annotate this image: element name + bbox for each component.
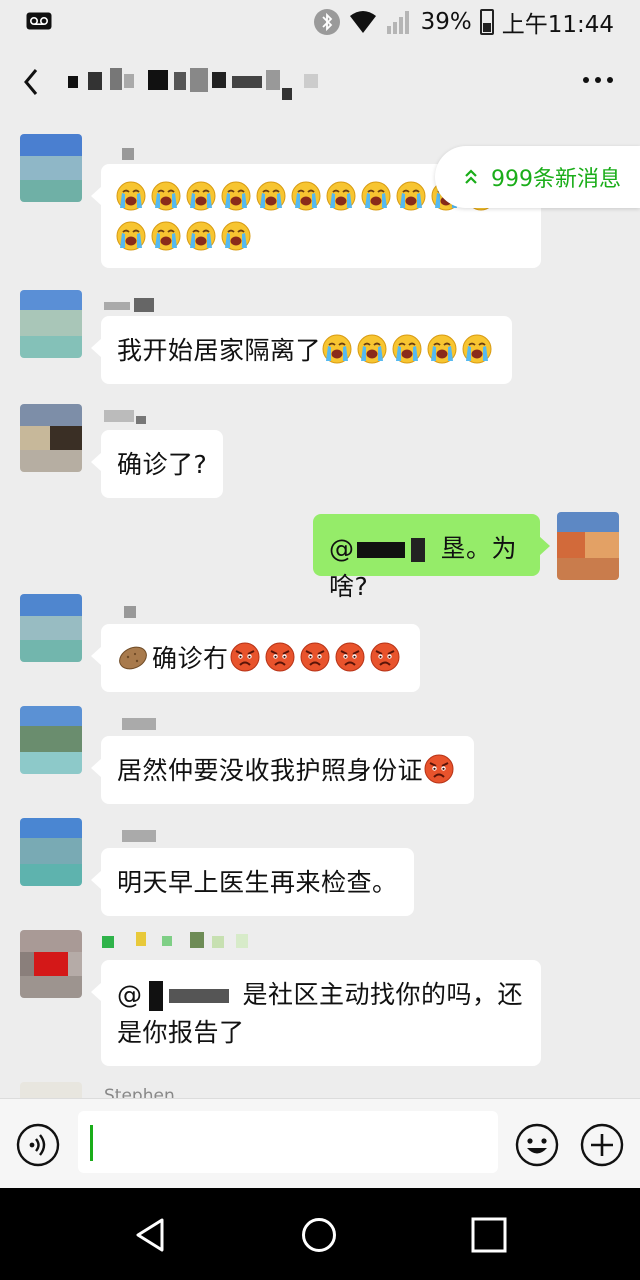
- loudly-crying-face-icon: [186, 221, 216, 251]
- pouting-face-icon: [230, 642, 260, 672]
- bluetooth-icon: [313, 9, 340, 35]
- loudly-crying-face-icon: [427, 334, 457, 364]
- loudly-crying-face-icon: [396, 181, 426, 211]
- loudly-crying-face-icon: [291, 181, 321, 211]
- sender-name-redacted: [104, 410, 146, 424]
- redacted-name: [410, 538, 425, 562]
- smiley-icon[interactable]: [515, 1123, 559, 1167]
- potato-icon: [119, 646, 147, 670]
- loudly-crying-face-icon: [151, 221, 181, 251]
- message-text: 我开始居家隔离了: [117, 336, 322, 365]
- loudly-crying-face-icon: [151, 181, 181, 211]
- voicemail-icon: [26, 12, 52, 30]
- emoji-group: [321, 334, 496, 365]
- nav-home-icon[interactable]: [300, 1216, 338, 1254]
- mention: @: [329, 534, 355, 563]
- more-dots-icon[interactable]: [582, 74, 614, 86]
- message-text: 确诊冇: [152, 644, 229, 673]
- message-bubble[interactable]: 明天早上医生再来检查。: [91, 848, 414, 916]
- battery-percent: 39%: [420, 9, 472, 35]
- message-bubble[interactable]: 居然仲要没收我护照身份证: [90, 736, 475, 804]
- message-bubble[interactable]: 确诊冇: [91, 624, 420, 692]
- sender-name-redacted: [122, 148, 134, 160]
- loudly-crying-face-icon: [256, 181, 286, 211]
- avatar[interactable]: [20, 930, 82, 998]
- message-bubble[interactable]: @ 是社区主动找你的吗，还 是你报告了: [91, 960, 541, 1066]
- pouting-face-icon: [424, 754, 454, 784]
- loudly-crying-face-icon: [186, 181, 216, 211]
- loudly-crying-face-icon: [116, 181, 146, 211]
- nav-back-icon[interactable]: [132, 1216, 170, 1254]
- avatar[interactable]: [20, 404, 82, 472]
- pouting-face-icon: [265, 642, 295, 672]
- sender-name-redacted: [104, 298, 154, 312]
- new-messages-label: 999条新消息: [491, 167, 621, 192]
- avatar[interactable]: [20, 706, 82, 774]
- message-list[interactable]: 我开始居家隔离了 确诊了? @ 垦。为啥? 确诊冇 居然仲要没收我护照身份证 明…: [0, 120, 640, 1100]
- system-nav-bar: [0, 1188, 640, 1280]
- message-bubble[interactable]: 确诊了?: [90, 430, 224, 498]
- loudly-crying-face-icon: [357, 334, 387, 364]
- sender-name-redacted: [102, 932, 248, 948]
- emoji-group: [423, 754, 458, 785]
- loudly-crying-face-icon: [116, 221, 146, 251]
- loudly-crying-face-icon: [326, 181, 356, 211]
- double-chevron-up-icon: [465, 169, 477, 184]
- battery-icon: [479, 9, 494, 35]
- redacted-name: [148, 981, 163, 1011]
- loudly-crying-face-icon: [361, 181, 391, 211]
- sender-name-redacted: [124, 606, 136, 618]
- chat-header: [0, 44, 640, 120]
- clock: 上午11:44: [501, 12, 614, 38]
- plus-icon[interactable]: [580, 1123, 624, 1167]
- nav-recents-icon[interactable]: [470, 1216, 508, 1254]
- loudly-crying-face-icon: [221, 221, 251, 251]
- pouting-face-icon: [335, 642, 365, 672]
- avatar[interactable]: [20, 290, 82, 358]
- loudly-crying-face-icon: [462, 334, 492, 364]
- emoji-group: [229, 642, 404, 673]
- message-text: 确诊了?: [117, 450, 208, 479]
- message-text: 居然仲要没收我护照身份证: [117, 756, 424, 785]
- signal-icon: [386, 11, 409, 34]
- redacted-name: [168, 989, 229, 1003]
- pouting-face-icon: [300, 642, 330, 672]
- my-message-bubble[interactable]: @ 垦。为啥?: [313, 514, 550, 601]
- potato-emoji: [117, 644, 152, 673]
- avatar[interactable]: [20, 594, 82, 662]
- message-text: 是你报告了: [117, 1018, 245, 1047]
- pouting-face-icon: [370, 642, 400, 672]
- message-text: 明天早上医生再来检查。: [117, 868, 398, 897]
- back-chevron-icon[interactable]: [20, 66, 42, 98]
- chat-title-redacted: [68, 68, 318, 100]
- sender-name-redacted: [122, 718, 156, 730]
- status-bar: 39% 上午11:44: [0, 0, 640, 44]
- avatar[interactable]: [20, 818, 82, 886]
- loudly-crying-face-icon: [392, 334, 422, 364]
- loudly-crying-face-icon: [221, 181, 251, 211]
- mention: @: [117, 980, 143, 1009]
- message-bubble[interactable]: 我开始居家隔离了: [90, 316, 513, 384]
- loudly-crying-face-icon: [322, 334, 352, 364]
- my-avatar[interactable]: [557, 512, 619, 580]
- voice-icon[interactable]: [16, 1123, 60, 1167]
- wifi-icon: [349, 11, 376, 33]
- input-bar: [0, 1098, 640, 1188]
- message-input[interactable]: [78, 1111, 498, 1173]
- redacted-name: [356, 542, 405, 558]
- message-text: 是社区主动找你的吗，还: [242, 980, 524, 1009]
- text-caret: [90, 1125, 93, 1161]
- sender-name-redacted: [122, 830, 156, 842]
- avatar[interactable]: [20, 134, 82, 202]
- new-messages-button[interactable]: 999条新消息: [435, 146, 640, 208]
- emoji-row: [115, 218, 527, 258]
